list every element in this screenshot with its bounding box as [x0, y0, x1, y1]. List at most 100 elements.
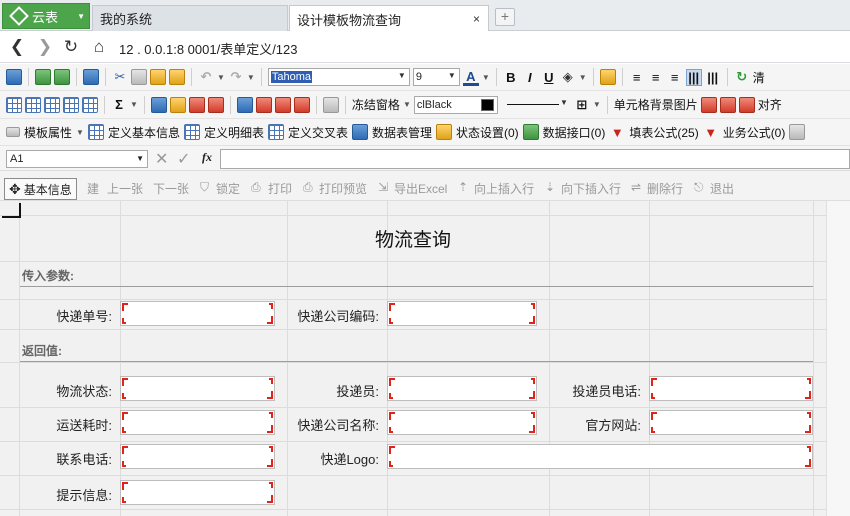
- insert-row-icon[interactable]: [44, 96, 60, 113]
- align-right-icon[interactable]: ≡: [667, 70, 683, 85]
- chevron-down-icon[interactable]: ▼: [77, 12, 85, 21]
- lock-icon[interactable]: [599, 69, 616, 85]
- merge-cells-icon[interactable]: [169, 96, 186, 113]
- paste-icon[interactable]: [150, 69, 166, 85]
- template-props-icon[interactable]: [6, 127, 20, 137]
- basic-info-tab[interactable]: ✥ 基本信息: [4, 178, 77, 200]
- export-excel-button[interactable]: 导出Excel: [394, 180, 447, 197]
- copy-icon[interactable]: [131, 69, 147, 85]
- courier-phone-field[interactable]: [649, 376, 813, 401]
- forward-icon[interactable]: ❯: [35, 37, 55, 57]
- clear-icon[interactable]: ↻: [734, 69, 750, 85]
- print-button[interactable]: 打印: [268, 180, 292, 197]
- confirm-icon[interactable]: ✓: [177, 149, 190, 169]
- selected-cell-a1[interactable]: [2, 203, 21, 218]
- close-icon[interactable]: ×: [473, 12, 480, 26]
- insert-cells-icon[interactable]: [150, 96, 167, 113]
- cross-table-icon[interactable]: [267, 124, 284, 140]
- exit-design-icon[interactable]: [83, 69, 99, 85]
- align-left-icon[interactable]: ≡: [629, 70, 645, 85]
- detail-table-icon[interactable]: [183, 124, 200, 140]
- company-code-field[interactable]: [387, 301, 537, 326]
- new-tab-button[interactable]: +: [495, 8, 515, 26]
- font-color-icon[interactable]: A: [462, 69, 479, 86]
- hide-row-icon[interactable]: [274, 96, 291, 113]
- define-cross-table-button[interactable]: 定义交叉表: [288, 124, 348, 141]
- delete-column-icon[interactable]: [207, 96, 224, 113]
- clear-bg-image-icon[interactable]: [719, 96, 736, 113]
- define-detail-table-button[interactable]: 定义明细表: [204, 124, 264, 141]
- message-field[interactable]: [120, 480, 275, 505]
- export-icon[interactable]: [54, 69, 70, 85]
- insert-row-below-button[interactable]: 向下插入行: [561, 180, 621, 197]
- insert-row-above-button[interactable]: 向上插入行: [474, 180, 534, 197]
- courier-field[interactable]: [387, 376, 537, 401]
- line-style-select[interactable]: ▼: [501, 96, 571, 114]
- contact-phone-field[interactable]: [120, 444, 275, 469]
- print-preview-button[interactable]: 打印预览: [319, 180, 367, 197]
- back-icon[interactable]: ❮: [7, 37, 27, 57]
- font-size-select[interactable]: 9 ▼: [412, 68, 460, 86]
- cut-icon[interactable]: ✂: [112, 69, 128, 85]
- fill-formula-icon[interactable]: ▼: [609, 125, 625, 140]
- color-select[interactable]: clBlack: [413, 95, 498, 114]
- save-icon[interactable]: [6, 69, 22, 85]
- barcode-icon[interactable]: |||: [685, 68, 702, 86]
- delete-row-button[interactable]: 删除行: [647, 180, 683, 197]
- clear-label[interactable]: 清: [753, 69, 765, 86]
- logo-field[interactable]: [387, 444, 813, 469]
- chevron-down-icon[interactable]: ▼: [76, 128, 84, 137]
- font-color-dropdown-icon[interactable]: ▼: [482, 73, 490, 82]
- cancel-icon[interactable]: ✕: [155, 149, 168, 169]
- print-icon[interactable]: [789, 124, 806, 140]
- vertical-scrollbar[interactable]: [826, 201, 850, 516]
- status-field[interactable]: [120, 376, 275, 401]
- home-tab[interactable]: 云表 ▼: [2, 3, 90, 29]
- set-bg-image-icon[interactable]: [700, 96, 717, 113]
- data-table-management-button[interactable]: 数据表管理: [372, 124, 432, 141]
- fill-formula-button[interactable]: 填表公式(25): [629, 124, 698, 141]
- align-icon[interactable]: [738, 96, 755, 113]
- sum-icon[interactable]: Σ: [111, 97, 127, 112]
- italic-button[interactable]: I: [522, 70, 538, 85]
- undo-icon[interactable]: ↶: [198, 69, 214, 85]
- function-icon[interactable]: fx: [202, 150, 212, 165]
- duration-field[interactable]: [120, 410, 275, 435]
- import-icon[interactable]: [35, 69, 51, 85]
- cell-bg-image-button[interactable]: 单元格背景图片: [614, 96, 698, 113]
- underline-button[interactable]: U: [541, 70, 557, 85]
- previous-button[interactable]: 上一张: [107, 180, 143, 197]
- image-icon[interactable]: [322, 96, 339, 113]
- redo-icon[interactable]: ↷: [228, 69, 244, 85]
- format-painter-icon[interactable]: [169, 69, 185, 85]
- template-properties-button[interactable]: 模板属性: [24, 124, 72, 141]
- exit-button[interactable]: 退出: [710, 180, 734, 197]
- new-button[interactable]: 建: [87, 180, 99, 197]
- borders-dropdown-icon[interactable]: ▼: [593, 100, 601, 109]
- define-basic-info-button[interactable]: 定义基本信息: [108, 124, 180, 141]
- address-bar[interactable]: 12 . 0.0.1:8 0001/表单定义/123: [119, 39, 298, 58]
- business-formula-button[interactable]: 业务公式(0): [723, 124, 786, 141]
- data-interface-icon[interactable]: [522, 124, 539, 140]
- row-height-icon[interactable]: [236, 96, 253, 113]
- data-table-icon[interactable]: [351, 124, 368, 140]
- cell-reference-select[interactable]: A1 ▼: [6, 150, 148, 168]
- spreadsheet-canvas[interactable]: 物流查询 传入参数: 快递单号: 快递公司编码: 返回值: 物流状态: 投递员:…: [0, 201, 826, 516]
- business-formula-icon[interactable]: ▼: [703, 125, 719, 140]
- font-name-select[interactable]: Tahoma ▼: [267, 68, 410, 86]
- sum-dropdown-icon[interactable]: ▼: [130, 100, 138, 109]
- table-icon[interactable]: [6, 96, 22, 113]
- undo-dropdown-icon[interactable]: ▼: [217, 73, 225, 82]
- delete-row-icon[interactable]: [188, 96, 205, 113]
- tracking-no-field[interactable]: [120, 301, 275, 326]
- tab-my-system[interactable]: 我的系统: [92, 5, 288, 31]
- align-label[interactable]: 对齐: [758, 96, 782, 113]
- formula-input[interactable]: [220, 149, 850, 169]
- bold-button[interactable]: B: [503, 70, 519, 85]
- tab-design-template[interactable]: 设计模板物流查询 ×: [289, 5, 489, 32]
- fill-color-icon[interactable]: ◈: [560, 69, 576, 85]
- company-name-field[interactable]: [387, 410, 537, 435]
- lock-button[interactable]: 锁定: [216, 180, 240, 197]
- column-width-icon[interactable]: [255, 96, 272, 113]
- redo-dropdown-icon[interactable]: ▼: [247, 73, 255, 82]
